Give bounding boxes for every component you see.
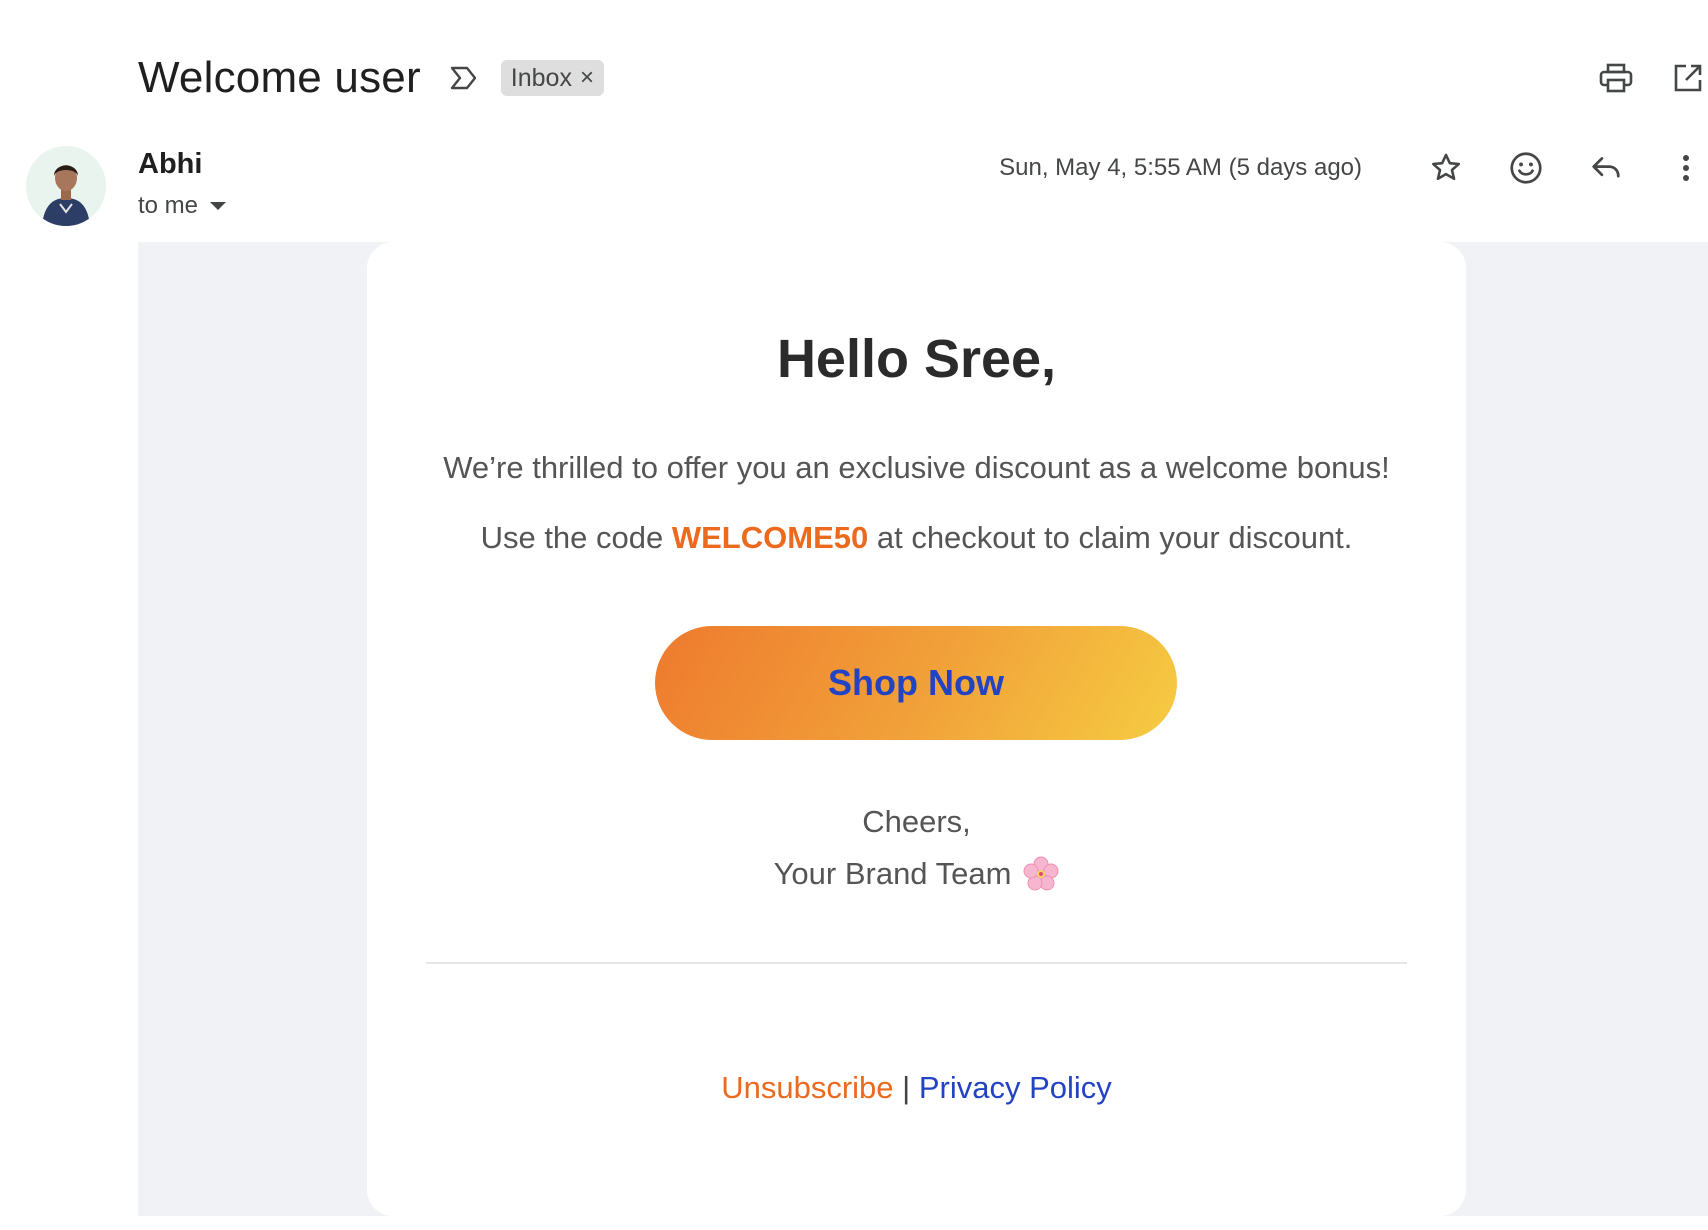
star-icon[interactable] xyxy=(1424,146,1468,190)
code-instruction-suffix: at checkout to claim your discount. xyxy=(868,520,1353,555)
recipient-text: to me xyxy=(138,192,199,219)
label-arrow-icon[interactable] xyxy=(449,63,483,93)
email-greeting: Hello Sree, xyxy=(776,329,1057,389)
message-meta: Sun, May 4, 5:55 AM (5 days ago) xyxy=(999,146,1708,190)
code-instruction: Use the code WELCOME50 at checkout to cl… xyxy=(367,520,1466,556)
remove-label-icon[interactable]: × xyxy=(580,64,594,92)
inbox-label-chip[interactable]: Inbox × xyxy=(500,60,604,96)
chevron-down-icon[interactable] xyxy=(210,202,227,210)
thread-actions xyxy=(1564,58,1708,98)
sender-name: Abhi xyxy=(138,148,203,180)
footer-separator: | xyxy=(893,1070,919,1105)
email-subject: Welcome user xyxy=(138,53,421,102)
privacy-policy-link[interactable]: Privacy Policy xyxy=(919,1070,1112,1105)
inbox-label-text: Inbox xyxy=(510,63,572,92)
unsubscribe-link[interactable]: Unsubscribe xyxy=(721,1070,893,1105)
message-date: Sun, May 4, 5:55 AM (5 days ago) xyxy=(999,154,1362,181)
sender-avatar[interactable] xyxy=(26,146,106,226)
email-card: Hello Sree, We’re thrilled to offer you … xyxy=(367,242,1466,1216)
recipient-details-toggle[interactable]: to me xyxy=(138,192,227,220)
discount-code: WELCOME50 xyxy=(671,520,869,555)
email-footer: Unsubscribe | Privacy Policy xyxy=(367,1070,1466,1106)
subject-row: Welcome user Inbox × xyxy=(138,48,604,108)
team-name: Your Brand Team xyxy=(773,856,1012,891)
footer-divider xyxy=(426,962,1407,964)
reply-icon[interactable] xyxy=(1584,146,1628,190)
print-icon[interactable] xyxy=(1596,58,1636,98)
cherry-blossom-icon xyxy=(1023,856,1059,892)
signoff-text: Cheers, xyxy=(862,804,971,839)
code-instruction-prefix: Use the code xyxy=(480,520,672,555)
offer-text: We’re thrilled to offer you an exclusive… xyxy=(443,450,1390,485)
team-signature: Your Brand Team xyxy=(367,856,1466,892)
more-vertical-icon[interactable] xyxy=(1664,146,1708,190)
emoji-reaction-icon[interactable] xyxy=(1504,146,1548,190)
shop-now-button[interactable]: Shop Now xyxy=(655,626,1177,740)
open-in-new-window-icon[interactable] xyxy=(1668,58,1708,98)
